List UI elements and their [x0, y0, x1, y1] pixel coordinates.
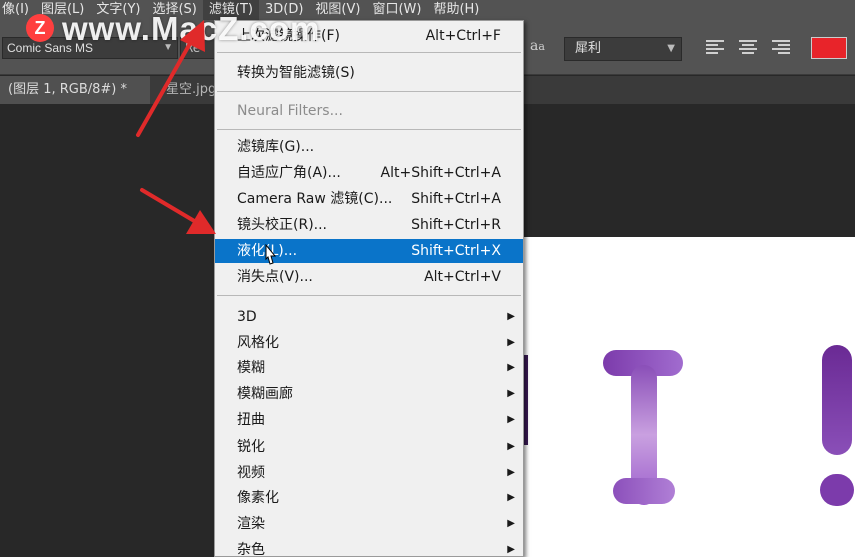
chevron-down-icon: ▼ — [667, 43, 675, 54]
text-color-swatch[interactable] — [811, 37, 847, 59]
menu-item-adaptive-wide-angle[interactable]: 自适应广角(A)... Alt+Shift+Ctrl+A — [215, 161, 523, 185]
text-glyph-exclamation-dot — [820, 474, 854, 506]
text-glyph-i — [603, 350, 683, 505]
menu-item-pixelate[interactable]: 像素化 ▶ — [215, 486, 523, 510]
menu-separator — [217, 129, 521, 130]
antialias-select[interactable]: 犀利 ▼ — [564, 37, 682, 61]
align-left-icon[interactable] — [706, 40, 724, 56]
menu-separator — [217, 295, 521, 296]
submenu-arrow-icon: ▶ — [507, 492, 515, 503]
menu-separator — [217, 91, 521, 92]
submenu-arrow-icon: ▶ — [507, 544, 515, 555]
menu-item-camera-raw[interactable]: Camera Raw 滤镜(C)... Shift+Ctrl+A — [215, 187, 523, 211]
filter-menu-dropdown: 上次滤镜操作(F) Alt+Ctrl+F 转换为智能滤镜(S) Neural F… — [214, 20, 524, 557]
submenu-arrow-icon: ▶ — [507, 467, 515, 478]
menu-item-convert-smart-filter[interactable]: 转换为智能滤镜(S) — [215, 61, 523, 85]
menu-window[interactable]: 窗口(W) — [366, 0, 427, 20]
menu-item-3d[interactable]: 3D ▶ — [215, 305, 523, 329]
submenu-arrow-icon: ▶ — [507, 414, 515, 425]
submenu-arrow-icon: ▶ — [507, 518, 515, 529]
submenu-arrow-icon: ▶ — [507, 441, 515, 452]
tab-active-document[interactable]: (图层 1, RGB/8#) * — [0, 76, 150, 104]
menu-item-noise[interactable]: 杂色 ▶ — [215, 538, 523, 557]
menu-item-sharpen[interactable]: 锐化 ▶ — [215, 435, 523, 459]
submenu-arrow-icon: ▶ — [507, 362, 515, 373]
menu-item-blur[interactable]: 模糊 ▶ — [215, 356, 523, 380]
menu-item-vanishing-point[interactable]: 消失点(V)... Alt+Ctrl+V — [215, 265, 523, 289]
antialias-icon: aa — [530, 38, 545, 54]
submenu-arrow-icon: ▶ — [507, 337, 515, 348]
watermark-logo: Z — [26, 14, 54, 42]
menu-item-stylize[interactable]: 风格化 ▶ — [215, 331, 523, 355]
antialias-value: 犀利 — [575, 41, 602, 56]
align-center-icon[interactable] — [739, 40, 757, 56]
menu-help[interactable]: 帮助(H) — [427, 0, 485, 20]
menu-separator — [217, 52, 521, 53]
menu-item-blur-gallery[interactable]: 模糊画廊 ▶ — [215, 382, 523, 406]
watermark-text: www.MacZ.com — [62, 10, 321, 47]
text-glyph-exclamation — [822, 345, 852, 455]
menu-item-video[interactable]: 视频 ▶ — [215, 461, 523, 485]
submenu-arrow-icon: ▶ — [507, 388, 515, 399]
menu-item-neural-filters[interactable]: Neural Filters... — [215, 99, 523, 123]
menu-item-filter-gallery[interactable]: 滤镜库(G)... — [215, 135, 523, 159]
menu-item-distort[interactable]: 扭曲 ▶ — [215, 408, 523, 432]
menu-item-lens-correction[interactable]: 镜头校正(R)... Shift+Ctrl+R — [215, 213, 523, 237]
mouse-cursor-icon — [265, 244, 277, 265]
document-canvas[interactable] — [520, 237, 855, 557]
submenu-arrow-icon: ▶ — [507, 311, 515, 322]
align-right-icon[interactable] — [772, 40, 790, 56]
menu-item-render[interactable]: 渲染 ▶ — [215, 512, 523, 536]
